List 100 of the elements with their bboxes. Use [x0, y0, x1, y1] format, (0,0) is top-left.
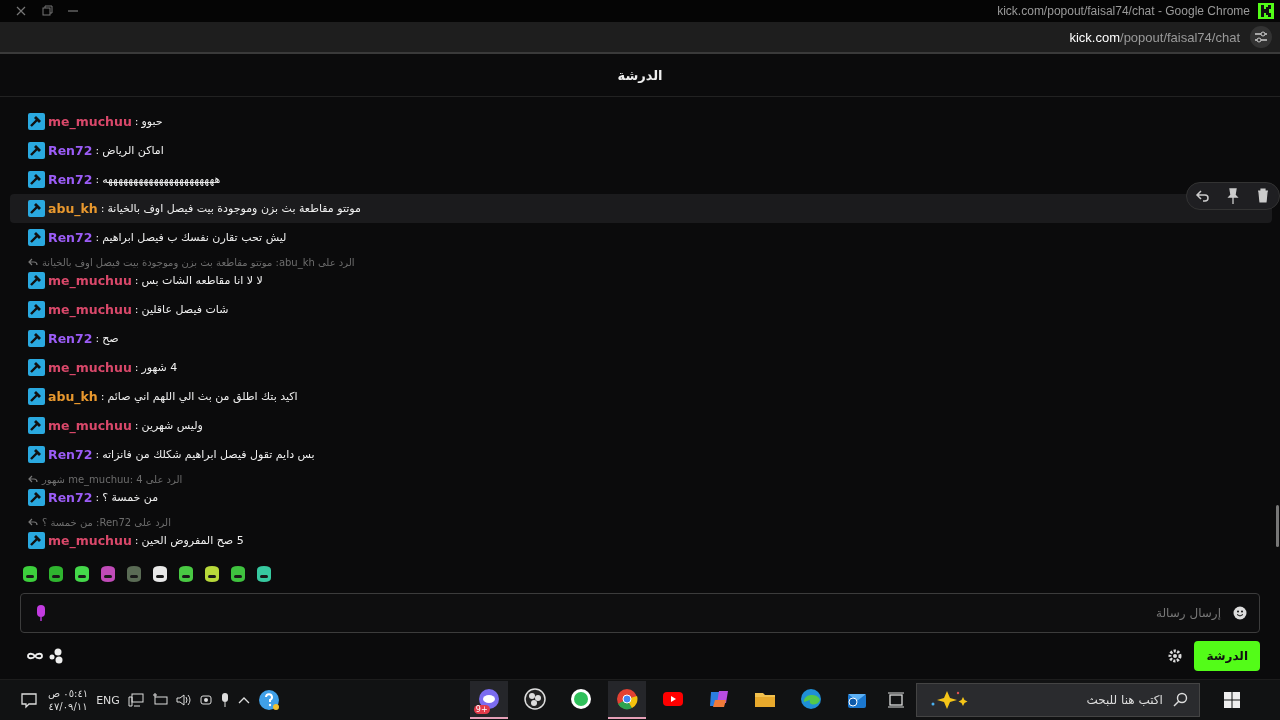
emote-icon[interactable]: [176, 564, 196, 584]
username[interactable]: me_muchuu: [48, 360, 132, 375]
emote-icon[interactable]: [46, 564, 66, 584]
reply-text: الرد على abu_kh: موتتو مقاطعة بث بزن وموجودة بيت فيصل اوف بالخيانة: [42, 256, 355, 268]
reply-icon: [28, 474, 38, 484]
username[interactable]: me_muchuu: [48, 114, 132, 129]
message-text: 4 شهور: [141, 361, 178, 374]
message-box[interactable]: إرسال رسالة: [20, 593, 1260, 633]
chat-title: الدرشة: [617, 67, 663, 83]
username[interactable]: Ren72: [48, 172, 93, 187]
gavel-icon: [28, 171, 45, 188]
reply-icon: [28, 257, 38, 267]
emote-icon[interactable]: [150, 564, 170, 584]
search-icon[interactable]: [1172, 692, 1189, 708]
message-text: موتتو مقاطعة بث بزن وموجودة بيت فيصل اوف بالخيانة: [107, 202, 361, 215]
microphone-icon[interactable]: [219, 692, 230, 708]
gavel-icon: [28, 417, 45, 434]
settings-icon[interactable]: [1250, 26, 1272, 48]
message-text: بس دايم تقول فيصل ابراهيم شكلك من فانزاته: [102, 448, 315, 461]
gavel-icon: [28, 359, 45, 376]
gavel-icon: [28, 446, 45, 463]
username[interactable]: Ren72: [48, 230, 93, 245]
username[interactable]: Ren72: [48, 143, 93, 158]
colon-text: :: [95, 448, 100, 461]
emoji-icon[interactable]: [1233, 606, 1247, 620]
username[interactable]: me_muchuu: [48, 533, 132, 548]
notification-icon[interactable]: [20, 691, 38, 709]
gavel-icon: [28, 272, 45, 289]
username[interactable]: Ren72: [48, 447, 93, 462]
colon-text: :: [134, 534, 139, 547]
colon-text: :: [134, 303, 139, 316]
gavel-icon: [28, 142, 45, 159]
colon-text: :: [95, 144, 100, 157]
help-icon[interactable]: [257, 689, 280, 711]
colon-text: :: [134, 115, 139, 128]
gavel-icon: [28, 200, 45, 217]
chrome-icon: [615, 688, 638, 710]
task-view-icon[interactable]: [885, 691, 906, 709]
gavel-icon: [28, 301, 45, 318]
colon-text: :: [95, 491, 100, 504]
message-text: حبوو: [141, 115, 163, 128]
colon-text: :: [95, 173, 100, 186]
search-box[interactable]: اكتب هنا للبحث: [915, 683, 1200, 717]
message-text: اكيد بتك اطلق من بث الي اللهم اني صائم: [107, 390, 298, 403]
gavel-icon: [28, 489, 45, 506]
colon-text: :: [134, 274, 139, 287]
search-field[interactable]: اكتب هنا للبحث: [984, 692, 1165, 708]
message-text: ليش تحب تقارن نفسك ب فيصل ابراهيم: [102, 231, 287, 244]
emote-icon[interactable]: [20, 564, 40, 584]
gavel-icon: [28, 388, 45, 405]
username[interactable]: me_muchuu: [48, 418, 132, 433]
username[interactable]: abu_kh: [48, 389, 98, 404]
username[interactable]: me_muchuu: [48, 273, 132, 288]
reply-text: الرد على Ren72: من خمسة ؟: [42, 516, 171, 528]
notification-badge: 9+: [473, 705, 490, 714]
address-text[interactable]: kick.com/popout/faisal74/chat: [1069, 29, 1240, 45]
chevron-up-icon[interactable]: [237, 695, 250, 705]
message-text: شات فيصل عاقلين: [141, 303, 229, 316]
gavel-icon: [28, 113, 45, 130]
username[interactable]: Ren72: [48, 331, 93, 346]
reply-icon: [28, 517, 38, 527]
emote-icon[interactable]: [202, 564, 222, 584]
camera-icon[interactable]: [199, 692, 212, 708]
settings-icon[interactable]: [1168, 649, 1183, 663]
emote-icon[interactable]: [72, 564, 92, 584]
emote-icon[interactable]: [228, 564, 248, 584]
colon-text: :: [100, 390, 105, 403]
message-text: 5 صح المفروض الحين: [141, 534, 244, 547]
clock-time[interactable]: ٠٥:٤١ ص: [48, 687, 89, 700]
colon-text: :: [95, 231, 100, 244]
gavel-icon: [28, 532, 45, 549]
network-icon[interactable]: [127, 693, 144, 707]
colon-text: :: [95, 332, 100, 345]
colon-text: :: [134, 361, 139, 374]
volume-icon[interactable]: [175, 693, 192, 707]
message-text: لا لا انا مقاطعه الشات بس: [141, 274, 263, 287]
username[interactable]: Ren72: [48, 490, 93, 505]
chat-button[interactable]: الدرشة: [1194, 641, 1260, 671]
message-text: من خمسة ؟: [102, 491, 159, 504]
clock-date[interactable]: ٤٧/٠٩/١١: [48, 700, 88, 713]
gavel-icon: [28, 229, 45, 246]
language-indicator[interactable]: ENG: [96, 693, 120, 707]
window-title: kick.com/popout/faisal74/chat - Google Chrome: [997, 4, 1250, 18]
colon-text: :: [134, 419, 139, 432]
reply-text: الرد على me_muchuu: 4 شهور: [42, 473, 183, 485]
emote-icon[interactable]: [254, 564, 274, 584]
points-icon[interactable]: [26, 648, 64, 664]
message-text: صح: [102, 332, 119, 345]
windows-start-icon[interactable]: [1223, 692, 1240, 708]
username[interactable]: abu_kh: [48, 201, 98, 216]
taskbar-app[interactable]: 9+: [469, 681, 508, 719]
colon-text: :: [100, 202, 105, 215]
gavel-icon: [28, 330, 45, 347]
taskbar-app[interactable]: [607, 681, 646, 719]
battery-icon[interactable]: [151, 693, 168, 707]
username[interactable]: me_muchuu: [48, 302, 132, 317]
message-text: ههههههههههههههههههههههه: [102, 173, 221, 186]
message-field[interactable]: إرسال رسالة: [57, 605, 1223, 621]
scrollbar-thumb[interactable]: [1276, 505, 1279, 547]
message-text: اماكن الرياض: [102, 144, 164, 157]
